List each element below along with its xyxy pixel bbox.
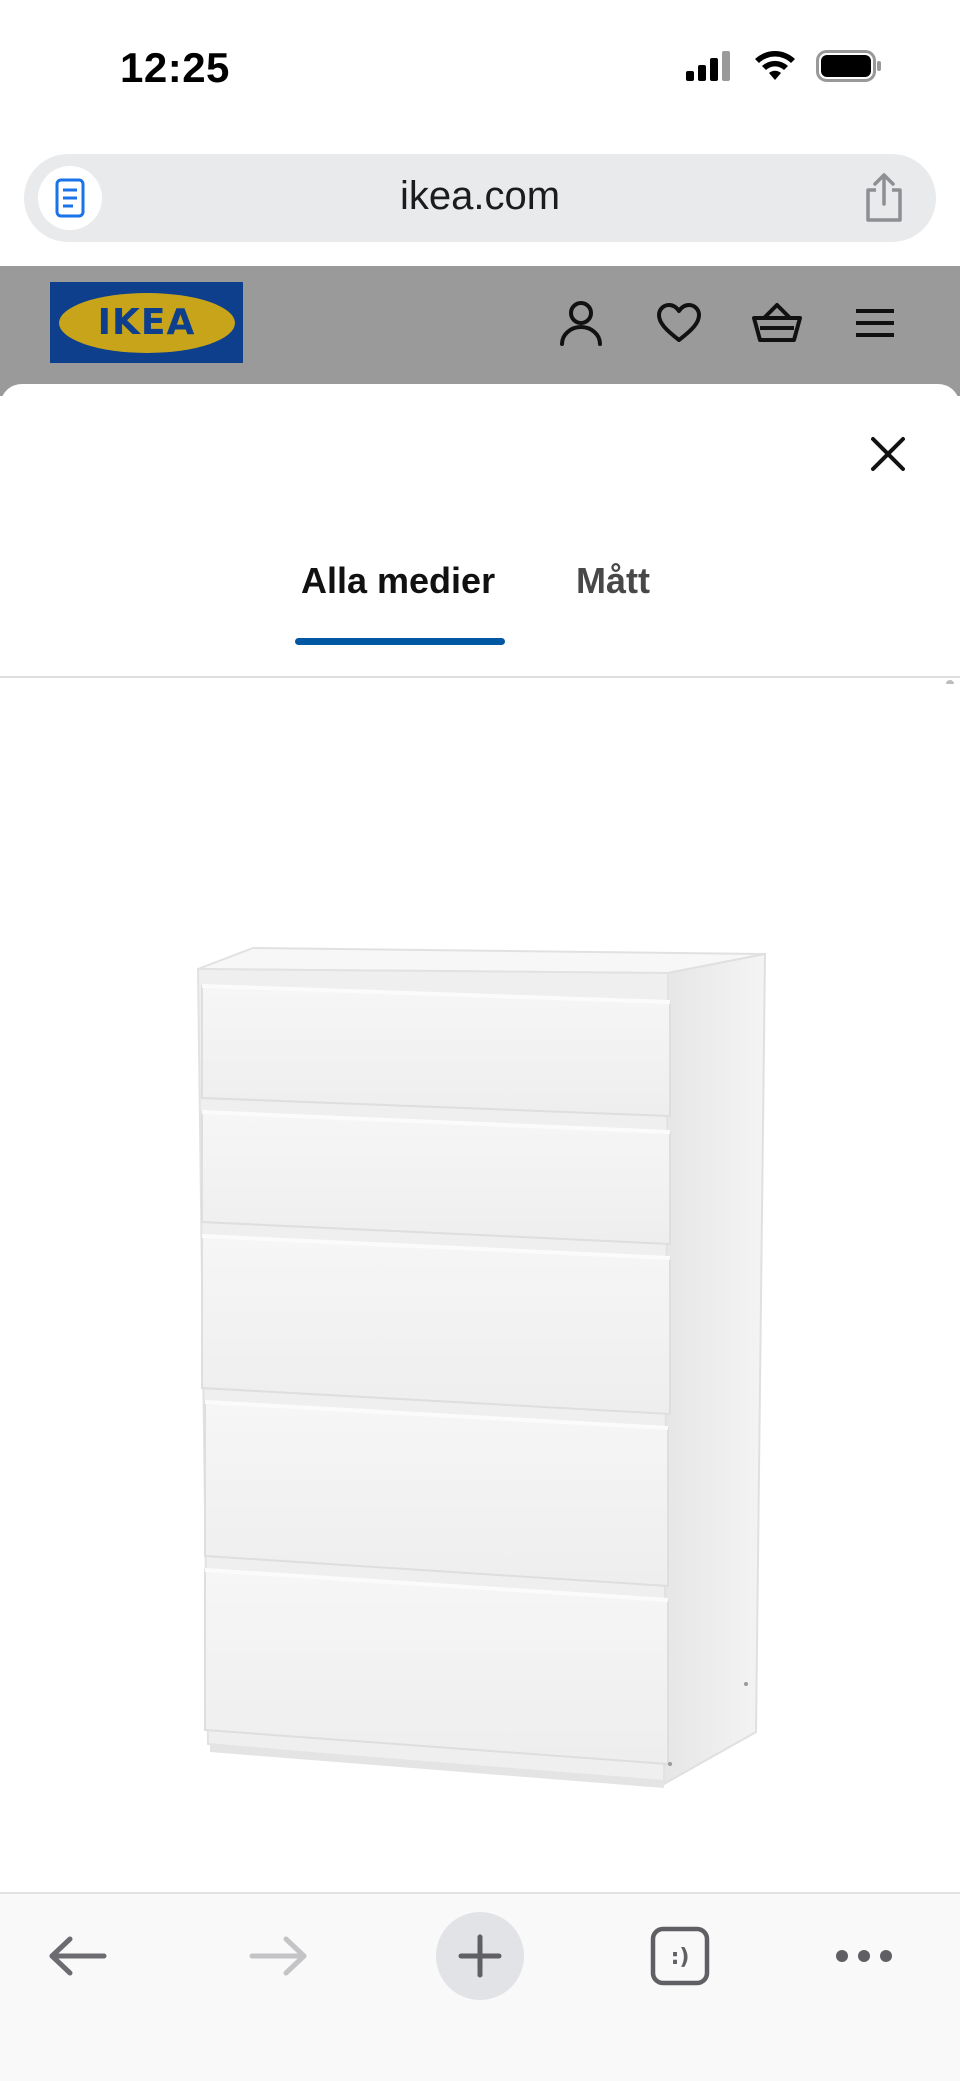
tabs-divider — [0, 676, 960, 678]
account-icon[interactable] — [556, 298, 606, 348]
status-time: 12:25 — [120, 44, 230, 91]
header-icons — [556, 298, 900, 348]
back-arrow-icon[interactable] — [34, 1912, 122, 2000]
wishlist-heart-icon[interactable] — [654, 298, 704, 348]
cellular-signal-icon — [686, 51, 734, 86]
ikea-logo-text: IKEA — [97, 302, 196, 343]
battery-icon — [816, 50, 882, 87]
product-image[interactable] — [0, 684, 960, 1892]
status-icons — [686, 50, 882, 87]
ikea-logo-oval: IKEA — [58, 292, 235, 353]
site-header: IKEA — [0, 266, 960, 396]
url-text[interactable]: ikea.com — [24, 174, 936, 219]
browser-toolbar: :) — [0, 1892, 960, 2081]
tab-all-media[interactable]: Alla medier — [301, 560, 495, 602]
status-bar: 12:25 — [0, 0, 960, 140]
tab-switcher-icon: :) — [650, 1926, 710, 1986]
forward-arrow-icon[interactable] — [234, 1912, 322, 2000]
close-icon[interactable] — [860, 426, 916, 482]
more-options-icon[interactable] — [820, 1912, 908, 2000]
wifi-icon — [754, 50, 796, 87]
new-tab-plus-icon[interactable] — [436, 1912, 524, 2000]
tab-measurements[interactable]: Mått — [576, 560, 650, 602]
shopping-basket-icon[interactable] — [752, 298, 802, 348]
media-modal: Alla medier Mått — [0, 384, 960, 1892]
tab-indicator — [295, 638, 505, 645]
dresser-illustration — [196, 946, 767, 1788]
media-tabs: Alla medier Mått — [0, 560, 960, 664]
tab-count-label: :) — [671, 1945, 690, 1970]
share-icon[interactable] — [862, 172, 906, 229]
tab-switcher-button[interactable]: :) — [636, 1912, 724, 2000]
address-bar[interactable]: ikea.com — [24, 154, 936, 242]
hamburger-menu-icon[interactable] — [850, 298, 900, 348]
ikea-logo[interactable]: IKEA — [50, 282, 243, 363]
